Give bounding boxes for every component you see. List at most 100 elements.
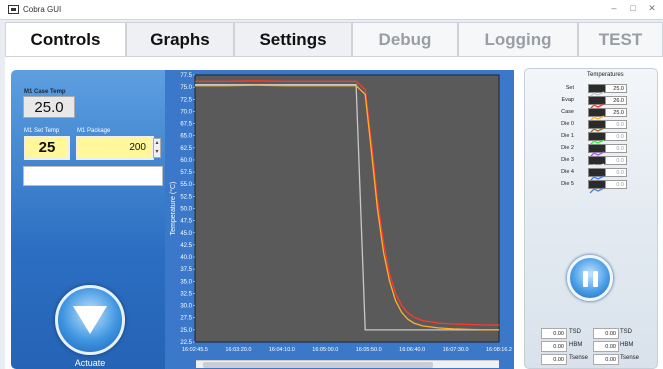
sensor-value-tsd: 0.00 [541, 328, 567, 339]
y-tick-label: 37.5 [180, 267, 192, 273]
temp-row-label: Die 2 [561, 145, 574, 151]
series-color-swatch[interactable] [588, 144, 606, 158]
sensor-label-tsd: TSD [620, 329, 632, 335]
y-tick-label: 45.0 [180, 231, 192, 237]
x-tick-label: 16:03:20.0 [225, 347, 251, 353]
series-color-swatch[interactable] [588, 96, 606, 110]
pause-icon [583, 271, 588, 287]
x-tick-label: 16:05:00.0 [312, 347, 338, 353]
y-tick-label: 62.5 [180, 146, 192, 152]
y-tick-label: 52.5 [180, 194, 192, 200]
y-tick-label: 47.5 [180, 219, 192, 225]
y-tick-label: 22.5 [180, 340, 192, 346]
temp-row-value: 25.0 [605, 108, 627, 117]
tab-bar: Controls Graphs Settings Debug Logging T… [5, 22, 663, 56]
chart-svg: 77.5 75.0 72.5 70.0 67.5 65.0 62.5 60.0 57.5 55.0… [165, 70, 514, 369]
case-temp-display: 25.0 [23, 96, 75, 118]
series-color-swatch[interactable] [588, 180, 606, 194]
y-tick-label: 42.5 [180, 243, 192, 249]
y-tick-label: 57.5 [180, 170, 192, 176]
temp-row-label: Die 3 [561, 157, 574, 163]
sensor-label-tsd: TSD [569, 329, 581, 335]
tab-test[interactable]: TEST [578, 22, 663, 56]
package-stepper[interactable]: ▴ ▾ [153, 138, 161, 158]
sensor-label-tsense: Tsense [569, 355, 589, 361]
tab-debug[interactable]: Debug [352, 22, 458, 56]
app-window: Cobra GUI – □ ✕ Controls Graphs Settings… [0, 0, 663, 369]
set-temp-input[interactable]: 25 [24, 136, 70, 160]
series-color-swatch[interactable] [588, 168, 606, 182]
y-tick-label: 60.0 [180, 158, 192, 164]
y-tick-label: 35.0 [180, 279, 192, 285]
tab-graphs[interactable]: Graphs [126, 22, 234, 56]
sensor-value-hbm: 0.00 [593, 341, 619, 352]
sensor-label-hbm: HBM [620, 342, 634, 348]
temp-row-value: 0.0 [605, 120, 627, 129]
tab-logging[interactable]: Logging [458, 22, 578, 56]
title-bar: Cobra GUI – □ ✕ [0, 0, 663, 20]
temp-row-value: 0.0 [605, 180, 627, 189]
sensor-value-tsd: 0.00 [593, 328, 619, 339]
temperature-chart: 77.5 75.0 72.5 70.0 67.5 65.0 62.5 60.0 57.5 55.0… [165, 70, 514, 369]
y-tick-label: 65.0 [180, 134, 192, 140]
temperatures-header: Temperatures [587, 72, 624, 78]
y-tick-label: 70.0 [180, 109, 192, 115]
temp-row-label: Die 5 [561, 181, 574, 187]
sensor-label-hbm: HBM [569, 342, 583, 348]
y-tick-label: 40.0 [180, 255, 192, 261]
case-temp-label: M1 Case Temp [24, 89, 66, 95]
sensor-value-tsense: 0.00 [541, 354, 567, 365]
plot-area [194, 74, 500, 343]
y-tick-label: 55.0 [180, 182, 192, 188]
x-tick-label: 16:06:40.0 [399, 347, 425, 353]
temp-row-label: Die 0 [561, 121, 574, 127]
chart-scrollbar[interactable] [196, 360, 499, 368]
tab-controls[interactable]: Controls [5, 22, 126, 56]
sensor-label-tsense: Tsense [620, 355, 640, 361]
maximize-button[interactable]: □ [626, 3, 640, 13]
tab-settings[interactable]: Settings [234, 22, 352, 56]
temp-row-value: 26.0 [605, 96, 627, 105]
series-color-swatch[interactable] [588, 108, 606, 122]
y-tick-label: 30.0 [180, 304, 192, 310]
status-message-field[interactable] [23, 166, 163, 186]
temp-row-label: Set [565, 85, 574, 91]
x-tick-label: 16:02:45.5 [182, 347, 208, 353]
package-input[interactable]: 200 [76, 136, 154, 160]
temp-row-value: 0.0 [605, 144, 627, 153]
package-label: M1 Package [77, 128, 111, 134]
y-tick-label: 75.0 [180, 85, 192, 91]
temp-row-label: Die 4 [561, 169, 574, 175]
y-tick-label: 67.5 [180, 122, 192, 128]
window-title: Cobra GUI [23, 5, 62, 14]
y-tick-label: 32.5 [180, 291, 192, 297]
series-color-swatch[interactable] [588, 156, 606, 170]
temp-row-value: 0.0 [605, 156, 627, 165]
actuate-label: Actuate [74, 358, 106, 368]
y-tick-label: 77.5 [180, 73, 192, 79]
x-tick-label: 16:08:16.2 [486, 347, 512, 353]
x-tick-label: 16:07:30.0 [443, 347, 469, 353]
actuate-button[interactable] [55, 285, 125, 355]
temp-row-label: Die 1 [561, 133, 574, 139]
close-button[interactable]: ✕ [645, 3, 659, 14]
series-color-swatch[interactable] [588, 84, 606, 98]
sensor-value-tsense: 0.00 [593, 354, 619, 365]
series-color-swatch[interactable] [588, 132, 606, 146]
y-tick-label: 25.0 [180, 328, 192, 334]
temp-row-label: Evap [561, 97, 574, 103]
app-icon [8, 5, 19, 14]
x-tick-label: 16:04:10.0 [269, 347, 295, 353]
series-color-swatch[interactable] [588, 120, 606, 134]
x-tick-label: 16:05:50.0 [356, 347, 382, 353]
y-tick-label: 27.5 [180, 316, 192, 322]
temp-row-label: Case [561, 109, 574, 115]
scrollbar-thumb[interactable] [203, 362, 433, 368]
y-tick-label: 50.0 [180, 207, 192, 213]
pause-button[interactable] [567, 255, 613, 301]
arrow-down-icon [73, 306, 107, 334]
set-temp-label: M1 Set Temp [24, 128, 60, 134]
minimize-button[interactable]: – [607, 3, 621, 13]
temp-row-value: 0.0 [605, 168, 627, 177]
temp-row-value: 0.0 [605, 132, 627, 141]
